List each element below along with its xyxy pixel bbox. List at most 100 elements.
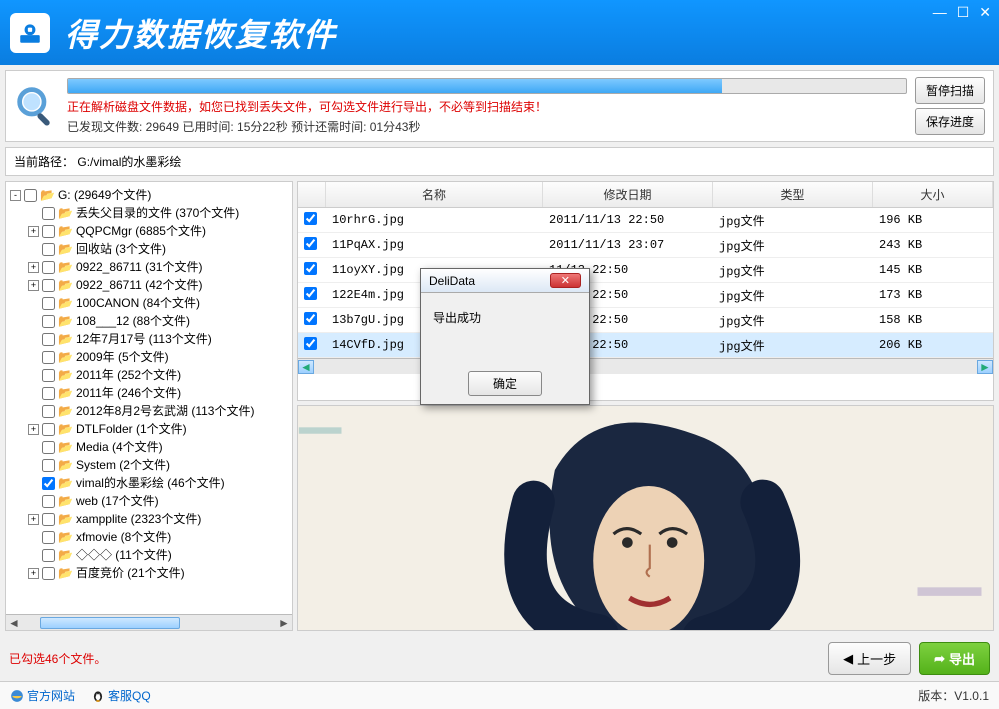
tree-node[interactable]: -📂G: (29649个文件) bbox=[10, 186, 288, 204]
app-logo bbox=[10, 13, 50, 53]
path-label: 当前路径： bbox=[14, 155, 74, 169]
tree-node[interactable]: 📂xfmovie (8个文件) bbox=[10, 528, 288, 546]
row-checkbox[interactable] bbox=[304, 212, 317, 225]
file-table: 名称 修改日期 类型 大小 10rhrG.jpg2011/11/13 22:50… bbox=[297, 181, 994, 401]
tree-node[interactable]: 📂12年7月17号 (113个文件) bbox=[10, 330, 288, 348]
table-row[interactable]: 10rhrG.jpg2011/11/13 22:50jpg文件196 KB bbox=[298, 208, 993, 233]
row-checkbox[interactable] bbox=[304, 237, 317, 250]
table-row[interactable]: 11oyXY.jpg11/13 22:50jpg文件145 KB bbox=[298, 258, 993, 283]
table-row[interactable]: 11PqAX.jpg2011/11/13 23:07jpg文件243 KB bbox=[298, 233, 993, 258]
save-progress-button[interactable]: 保存进度 bbox=[915, 108, 985, 135]
tree-label: System (2个文件) bbox=[76, 456, 170, 474]
tree-expand-toggle[interactable]: + bbox=[28, 514, 39, 525]
disk-lock-icon bbox=[17, 20, 43, 46]
previous-step-button[interactable]: ◀ 上一步 bbox=[828, 642, 911, 675]
scroll-right-icon[interactable]: ► bbox=[977, 360, 993, 374]
tree-checkbox[interactable] bbox=[42, 279, 55, 292]
tree-checkbox[interactable] bbox=[42, 513, 55, 526]
tree-expand-toggle[interactable]: + bbox=[28, 424, 39, 435]
tree-expand-toggle[interactable]: + bbox=[28, 262, 39, 273]
tree-node[interactable]: 📂2011年 (246个文件) bbox=[10, 384, 288, 402]
table-row[interactable]: 13b7gU.jpg11/13 22:50jpg文件158 KB bbox=[298, 308, 993, 333]
tree-expand-toggle[interactable]: + bbox=[28, 226, 39, 237]
tree-checkbox[interactable] bbox=[42, 297, 55, 310]
tree-checkbox[interactable] bbox=[42, 477, 55, 490]
tree-checkbox[interactable] bbox=[42, 243, 55, 256]
tree-checkbox[interactable] bbox=[42, 405, 55, 418]
cell-size: 145 KB bbox=[873, 259, 993, 281]
tree-expand-toggle[interactable]: + bbox=[28, 568, 39, 579]
tree-hscrollbar[interactable]: ◄► bbox=[6, 614, 292, 630]
tree-node[interactable]: +📂0922_86711 (31个文件) bbox=[10, 258, 288, 276]
tree-checkbox[interactable] bbox=[42, 351, 55, 364]
tree-node[interactable]: 📂100CANON (84个文件) bbox=[10, 294, 288, 312]
tree-checkbox[interactable] bbox=[42, 567, 55, 580]
tree-node[interactable]: 📂Media (4个文件) bbox=[10, 438, 288, 456]
tree-checkbox[interactable] bbox=[24, 189, 37, 202]
tree-checkbox[interactable] bbox=[42, 441, 55, 454]
tree-node[interactable]: 📂2011年 (252个文件) bbox=[10, 366, 288, 384]
official-site-link[interactable]: 官方网站 bbox=[10, 687, 75, 704]
folder-icon: 📂 bbox=[58, 438, 73, 456]
col-date[interactable]: 修改日期 bbox=[543, 182, 713, 207]
row-checkbox[interactable] bbox=[304, 312, 317, 325]
tree-checkbox[interactable] bbox=[42, 261, 55, 274]
customer-qq-link[interactable]: 客服QQ bbox=[91, 687, 151, 704]
table-hscrollbar[interactable]: ◄ ► bbox=[298, 358, 993, 374]
scan-progressbar bbox=[67, 78, 907, 94]
tree-node[interactable]: +📂DTLFolder (1个文件) bbox=[10, 420, 288, 438]
tree-node[interactable]: 📂vimal的水墨彩绘 (46个文件) bbox=[10, 474, 288, 492]
folder-tree[interactable]: -📂G: (29649个文件)📂丢失父目录的文件 (370个文件)+📂QQPCM… bbox=[6, 182, 292, 612]
table-row[interactable]: 122E4m.jpg11/13 22:50jpg文件173 KB bbox=[298, 283, 993, 308]
col-size[interactable]: 大小 bbox=[873, 182, 993, 207]
tree-expand-toggle[interactable]: + bbox=[28, 280, 39, 291]
row-checkbox[interactable] bbox=[304, 287, 317, 300]
minimize-button[interactable]: — bbox=[933, 4, 947, 21]
close-button[interactable]: ✕ bbox=[979, 4, 991, 21]
tree-checkbox[interactable] bbox=[42, 225, 55, 238]
tree-expand-toggle[interactable]: - bbox=[10, 190, 21, 201]
tree-checkbox[interactable] bbox=[42, 531, 55, 544]
maximize-button[interactable]: ☐ bbox=[957, 4, 970, 21]
tree-node[interactable]: 📂System (2个文件) bbox=[10, 456, 288, 474]
folder-icon: 📂 bbox=[58, 384, 73, 402]
row-checkbox[interactable] bbox=[304, 337, 317, 350]
tree-checkbox[interactable] bbox=[42, 459, 55, 472]
tree-node[interactable]: 📂回收站 (3个文件) bbox=[10, 240, 288, 258]
dialog-close-button[interactable]: ✕ bbox=[550, 273, 581, 288]
tree-node[interactable]: 📂108___12 (88个文件) bbox=[10, 312, 288, 330]
tree-node[interactable]: 📂2009年 (5个文件) bbox=[10, 348, 288, 366]
row-checkbox[interactable] bbox=[304, 262, 317, 275]
tree-checkbox[interactable] bbox=[42, 423, 55, 436]
table-row[interactable]: 14CVfD.jpg11/13 22:50jpg文件206 KB bbox=[298, 333, 993, 358]
tree-node[interactable]: 📂2012年8月2号玄武湖 (113个文件) bbox=[10, 402, 288, 420]
magnifier-icon bbox=[14, 84, 59, 129]
image-preview bbox=[297, 405, 994, 631]
cell-type: jpg文件 bbox=[713, 333, 873, 358]
dialog-ok-button[interactable]: 确定 bbox=[468, 371, 542, 396]
tree-node[interactable]: +📂0922_86711 (42个文件) bbox=[10, 276, 288, 294]
scroll-left-icon[interactable]: ◄ bbox=[298, 360, 314, 374]
col-type[interactable]: 类型 bbox=[713, 182, 873, 207]
folder-icon: 📂 bbox=[58, 420, 73, 438]
tree-checkbox[interactable] bbox=[42, 369, 55, 382]
tree-checkbox[interactable] bbox=[42, 495, 55, 508]
tree-node[interactable]: +📂xampplite (2323个文件) bbox=[10, 510, 288, 528]
tree-node[interactable]: 📂丢失父目录的文件 (370个文件) bbox=[10, 204, 288, 222]
prev-label: 上一步 bbox=[857, 649, 896, 668]
tree-node[interactable]: 📂◇◇◇ (11个文件) bbox=[10, 546, 288, 564]
tree-node[interactable]: +📂百度竞价 (21个文件) bbox=[10, 564, 288, 582]
tree-node[interactable]: 📂web (17个文件) bbox=[10, 492, 288, 510]
scan-tip: 正在解析磁盘文件数据，如您已找到丢失文件，可勾选文件进行导出，不必等到扫描结束！ bbox=[67, 98, 907, 115]
tree-checkbox[interactable] bbox=[42, 333, 55, 346]
tree-checkbox[interactable] bbox=[42, 207, 55, 220]
tree-checkbox[interactable] bbox=[42, 549, 55, 562]
col-name[interactable]: 名称 bbox=[326, 182, 543, 207]
pause-scan-button[interactable]: 暂停扫描 bbox=[915, 77, 985, 104]
chevron-left-icon: ◀ bbox=[843, 651, 853, 667]
tree-checkbox[interactable] bbox=[42, 387, 55, 400]
tree-checkbox[interactable] bbox=[42, 315, 55, 328]
export-button[interactable]: ➦ 导出 bbox=[919, 642, 990, 675]
dialog-titlebar[interactable]: DeliData ✕ bbox=[421, 269, 589, 293]
tree-node[interactable]: +📂QQPCMgr (6885个文件) bbox=[10, 222, 288, 240]
